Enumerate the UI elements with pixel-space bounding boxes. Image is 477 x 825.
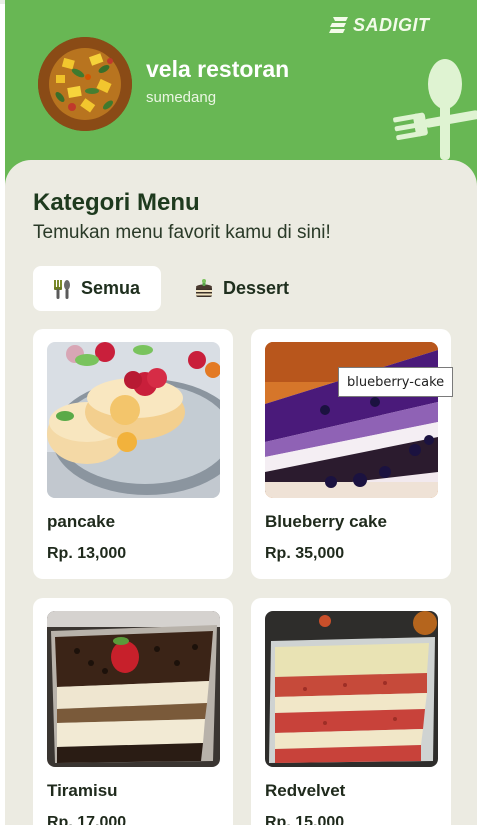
menu-item-price: Rp. 15,000 bbox=[265, 814, 345, 825]
cutlery-decoration-icon bbox=[393, 59, 477, 160]
tab-dessert-label: Dessert bbox=[223, 278, 290, 298]
menu-item-name: pancake bbox=[47, 512, 116, 531]
blueberry-cake-image bbox=[265, 342, 438, 498]
tab-dessert[interactable]: Dessert bbox=[175, 266, 307, 311]
restaurant-dish-photo bbox=[38, 37, 132, 131]
menu-sheet: Kategori Menu Temukan menu favorit kamu … bbox=[5, 160, 477, 825]
menu-item-name: Blueberry cake bbox=[265, 512, 387, 531]
menu-card-redvelvet[interactable]: Redvelvet Rp. 15,000 bbox=[251, 598, 451, 825]
menu-item-price: Rp. 13,000 bbox=[47, 545, 127, 562]
cutlery-icon bbox=[54, 279, 70, 299]
app-screen: SADIGIT vela restoran sumedang Kategori … bbox=[5, 0, 477, 825]
brand-logo-text: SADIGIT bbox=[353, 14, 430, 35]
image-tooltip: blueberry-cake bbox=[338, 367, 454, 397]
redvelvet-image bbox=[265, 611, 438, 767]
menu-item-price: Rp. 17,000 bbox=[47, 814, 127, 825]
menu-card-tiramisu[interactable]: Tiramisu Rp. 17,000 bbox=[33, 598, 233, 825]
tab-semua-label: Semua bbox=[81, 278, 141, 298]
menu-subtitle: Temukan menu favorit kamu di sini! bbox=[33, 222, 331, 243]
pancake-image bbox=[47, 342, 220, 498]
restaurant-name: vela restoran bbox=[146, 56, 290, 82]
cake-icon bbox=[196, 278, 212, 297]
menu-item-price: Rp. 35,000 bbox=[265, 545, 345, 562]
menu-title: Kategori Menu bbox=[33, 189, 200, 216]
menu-item-name: Tiramisu bbox=[47, 781, 118, 800]
brand-logo: SADIGIT bbox=[329, 14, 430, 36]
tab-semua[interactable]: Semua bbox=[33, 266, 161, 311]
menu-item-name: Redvelvet bbox=[265, 781, 346, 800]
menu-card-pancake[interactable]: pancake Rp. 13,000 bbox=[33, 329, 233, 579]
restaurant-avatar[interactable] bbox=[38, 37, 132, 131]
restaurant-city: sumedang bbox=[146, 89, 217, 106]
brand-mark-icon bbox=[329, 17, 348, 33]
tiramisu-image bbox=[47, 611, 220, 767]
